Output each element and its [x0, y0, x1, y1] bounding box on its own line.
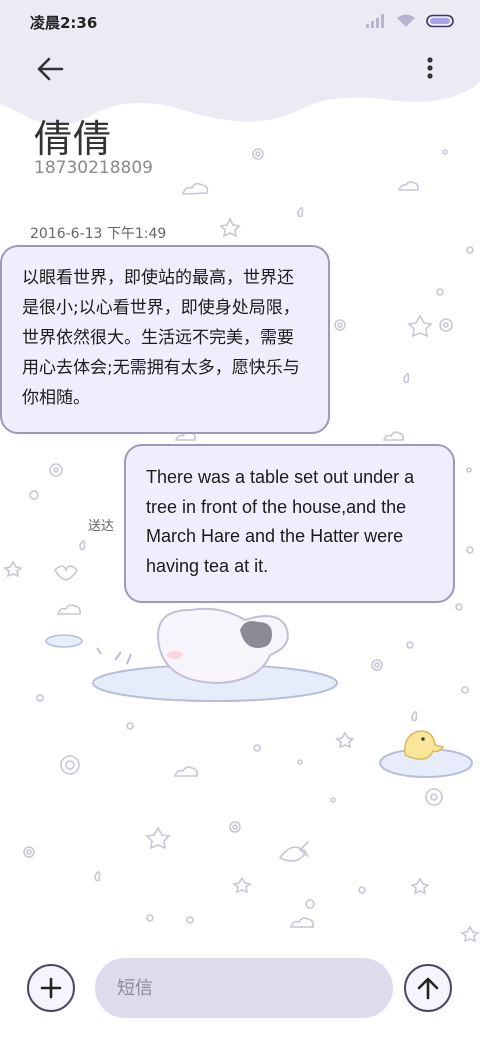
- status-time: 凌晨2:36: [30, 14, 98, 32]
- status-bar: 凌晨2:36: [0, 0, 480, 40]
- status-icons: [366, 12, 456, 30]
- more-options-button[interactable]: [414, 52, 446, 86]
- arrow-left-icon: [37, 57, 64, 81]
- delivery-status: 送达: [88, 519, 115, 534]
- contact-name: 倩倩: [34, 117, 113, 161]
- arrow-up-icon: [417, 977, 439, 1000]
- incoming-message-bubble[interactable]: 以眼看世界，即使站的最高，世界还是很小;以心看世界，即使身处局限，世界依然很大。…: [0, 245, 330, 434]
- message-input[interactable]: [95, 958, 393, 1018]
- incoming-message-text: 以眼看世界，即使站的最高，世界还是很小;以心看世界，即使身处局限，世界依然很大。…: [22, 268, 300, 408]
- outgoing-message-text: There was a table set out under a tree i…: [146, 467, 415, 576]
- outgoing-message-bubble[interactable]: There was a table set out under a tree i…: [124, 444, 455, 603]
- plus-icon: [40, 977, 62, 999]
- send-button[interactable]: [404, 964, 452, 1012]
- more-vertical-icon: [427, 57, 433, 79]
- bunny-illustration: [45, 607, 338, 702]
- wifi-icon: [397, 14, 415, 27]
- message-timestamp: 2016-6-13 下午1:49: [30, 226, 167, 242]
- duck-illustration: [379, 730, 473, 778]
- add-attachment-button[interactable]: [27, 964, 75, 1012]
- back-button[interactable]: [30, 52, 70, 86]
- battery-icon: [426, 14, 454, 28]
- signal-icon: [366, 14, 384, 28]
- contact-number: 18730218809: [34, 158, 153, 178]
